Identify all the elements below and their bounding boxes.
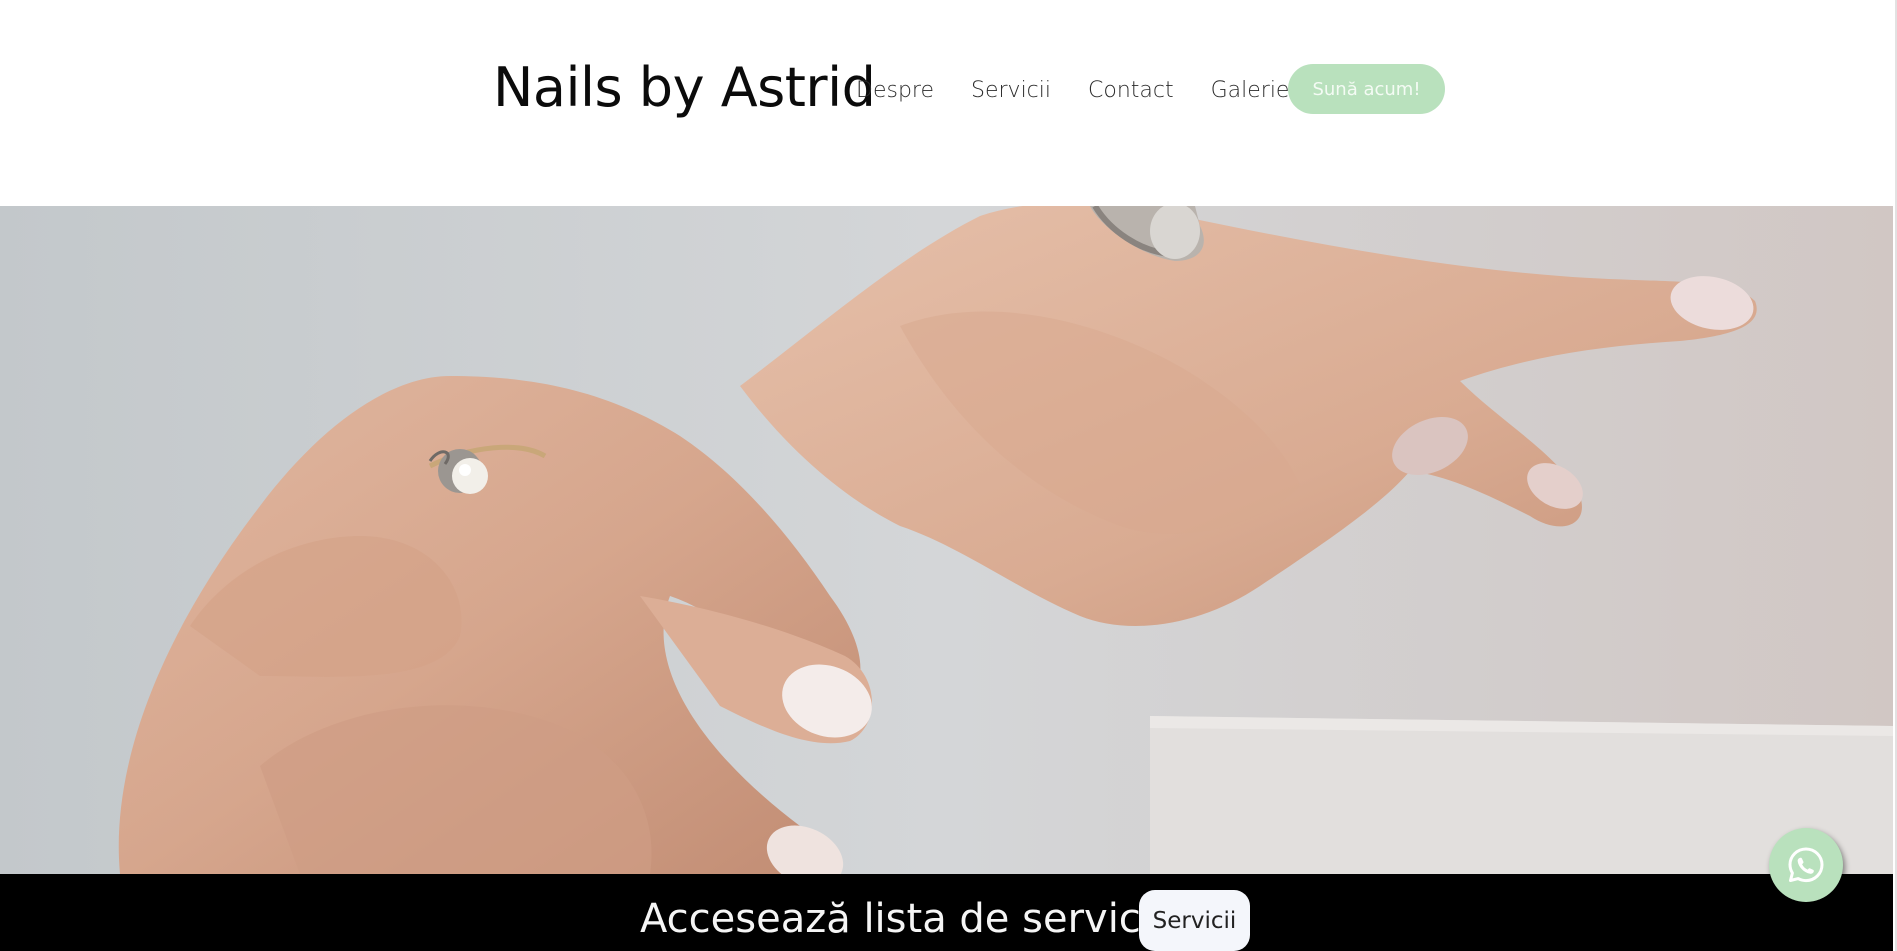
nav-link-galerie[interactable]: Galerie: [1211, 78, 1290, 103]
hero-image: [0, 206, 1893, 874]
hero-hands-illustration: [0, 206, 1893, 874]
page: Nails by Astrid Despre Servicii Contact …: [0, 0, 1897, 951]
services-button[interactable]: Servicii: [1139, 890, 1250, 951]
main-nav: Despre Servicii Contact Galerie: [856, 76, 1289, 104]
nav-link-despre[interactable]: Despre: [856, 78, 934, 103]
call-now-button[interactable]: Sună acum!: [1288, 64, 1445, 114]
whatsapp-button[interactable]: [1769, 828, 1843, 902]
site-header: Nails by Astrid Despre Servicii Contact …: [0, 0, 1897, 206]
nav-link-servicii[interactable]: Servicii: [971, 78, 1051, 103]
whatsapp-icon: [1788, 847, 1824, 883]
site-logo-text[interactable]: Nails by Astrid: [493, 56, 876, 119]
services-banner-text: Accesează lista de servicii !: [640, 896, 1192, 942]
nav-link-contact[interactable]: Contact: [1088, 78, 1174, 103]
